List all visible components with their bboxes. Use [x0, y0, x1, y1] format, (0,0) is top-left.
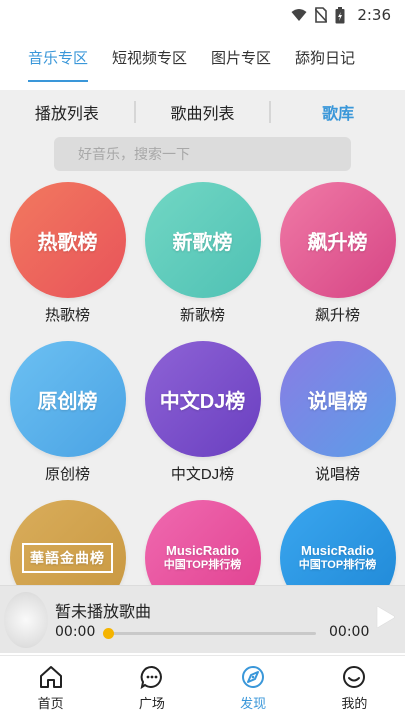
chart-label: 中文DJ榜: [170, 466, 235, 483]
chart-label: 热歌榜: [44, 307, 90, 324]
cover-text: 新歌榜: [172, 231, 233, 254]
music-content: 播放列表 歌曲列表 歌库 热歌榜 热歌榜 新歌榜 新歌榜 飙升榜 飙升榜 原创榜…: [0, 90, 405, 585]
nav-home[interactable]: 首页: [0, 656, 101, 720]
nav-label: 我的: [341, 696, 368, 711]
sub-tab-song-list[interactable]: 歌曲列表: [136, 100, 270, 124]
progress-bar[interactable]: [103, 628, 316, 639]
smiley-icon: [343, 666, 366, 688]
sub-tab-library[interactable]: 歌库: [271, 100, 405, 124]
chart-rap[interactable]: 说唱榜 说唱榜: [270, 341, 405, 484]
nav-label: 发现: [240, 696, 267, 711]
search-input[interactable]: [78, 146, 351, 162]
tab-short-video[interactable]: 短视频专区: [112, 47, 187, 74]
discover-icon: [242, 666, 265, 688]
chart-original[interactable]: 原创榜 原创榜: [0, 341, 135, 484]
chat-icon: [140, 665, 162, 690]
chart-musicradio-top-blue[interactable]: MusicRadio 中国TOP排行榜: [270, 500, 405, 585]
cover-text: 中文DJ榜: [159, 390, 246, 413]
logo-brand: MusicRadio: [166, 543, 239, 558]
nav-square[interactable]: 广场: [101, 656, 202, 720]
chart-grid: 热歌榜 热歌榜 新歌榜 新歌榜 飙升榜 飙升榜 原创榜 原创榜 中文DJ榜 中文…: [0, 182, 405, 585]
chart-chinese-golden[interactable]: 華語金曲榜: [0, 500, 135, 585]
no-sim-icon: [315, 7, 328, 23]
chart-label: 飙升榜: [314, 307, 360, 324]
status-bar: 2:36: [0, 0, 405, 30]
chart-rising[interactable]: 飙升榜 飙升榜: [270, 182, 405, 325]
battery-icon: [335, 6, 345, 23]
nav-label: 广场: [138, 696, 165, 711]
total-time: 00:00: [329, 624, 370, 640]
chart-cover[interactable]: MusicRadio 中国TOP排行榜: [279, 500, 396, 585]
chart-cover[interactable]: 说唱榜: [279, 341, 396, 457]
chart-cover[interactable]: 新歌榜: [144, 182, 261, 298]
chart-chinese-dj[interactable]: 中文DJ榜 中文DJ榜: [135, 341, 270, 484]
chart-cover[interactable]: 中文DJ榜: [144, 341, 261, 457]
tab-diary[interactable]: 舔狗日记: [295, 47, 355, 74]
home-icon: [39, 666, 62, 688]
chart-cover[interactable]: 热歌榜: [9, 182, 126, 298]
musicradio-logo: MusicRadio 中国TOP排行榜: [299, 544, 376, 572]
nav-label: 首页: [37, 696, 64, 711]
bottom-nav: 首页 广场 发现 我的: [0, 655, 405, 720]
chart-hot[interactable]: 热歌榜 热歌榜: [0, 182, 135, 325]
chart-cover[interactable]: 飙升榜: [279, 182, 396, 298]
play-icon[interactable]: [374, 606, 396, 628]
chart-musicradio-top-pink[interactable]: MusicRadio 中国TOP排行榜: [135, 500, 270, 585]
chart-label: 新歌榜: [179, 307, 225, 324]
sub-tab-bar: 播放列表 歌曲列表 歌库: [0, 90, 405, 134]
cover-text: 中国TOP排行榜: [163, 559, 242, 571]
musicradio-logo: MusicRadio 中国TOP排行榜: [164, 544, 241, 572]
cover-text: 说唱榜: [307, 390, 368, 413]
cover-text: 热歌榜: [37, 231, 98, 254]
logo-brand: MusicRadio: [301, 543, 374, 558]
chart-cover[interactable]: 原创榜: [9, 341, 126, 457]
mini-player: 暂未播放歌曲 00:00 00:00: [0, 585, 405, 653]
top-tab-bar: 音乐专区 短视频专区 图片专区 舔狗日记: [0, 40, 405, 82]
progress-knob[interactable]: [103, 628, 114, 639]
nav-discover[interactable]: 发现: [203, 656, 304, 720]
cover-text: 飙升榜: [307, 231, 368, 254]
tab-images[interactable]: 图片专区: [211, 47, 271, 74]
chart-label: 说唱榜: [314, 466, 360, 483]
tab-music[interactable]: 音乐专区: [28, 47, 89, 82]
chart-cover[interactable]: 華語金曲榜: [9, 500, 126, 585]
now-playing-title: 暂未播放歌曲: [55, 604, 152, 621]
cover-text: 華語金曲榜: [22, 543, 113, 573]
chart-label: 原创榜: [44, 466, 90, 483]
cover-text: 原创榜: [37, 390, 98, 413]
current-time: 00:00: [55, 624, 96, 640]
clock: 2:36: [357, 6, 391, 24]
nav-mine[interactable]: 我的: [304, 656, 405, 720]
search-bar: [54, 137, 351, 171]
chart-cover[interactable]: MusicRadio 中国TOP排行榜: [144, 500, 261, 585]
chart-new[interactable]: 新歌榜 新歌榜: [135, 182, 270, 325]
album-disc[interactable]: [4, 592, 48, 648]
cover-text: 中国TOP排行榜: [298, 559, 377, 571]
wifi-icon: [291, 9, 307, 21]
sub-tab-playlist[interactable]: 播放列表: [0, 100, 134, 124]
